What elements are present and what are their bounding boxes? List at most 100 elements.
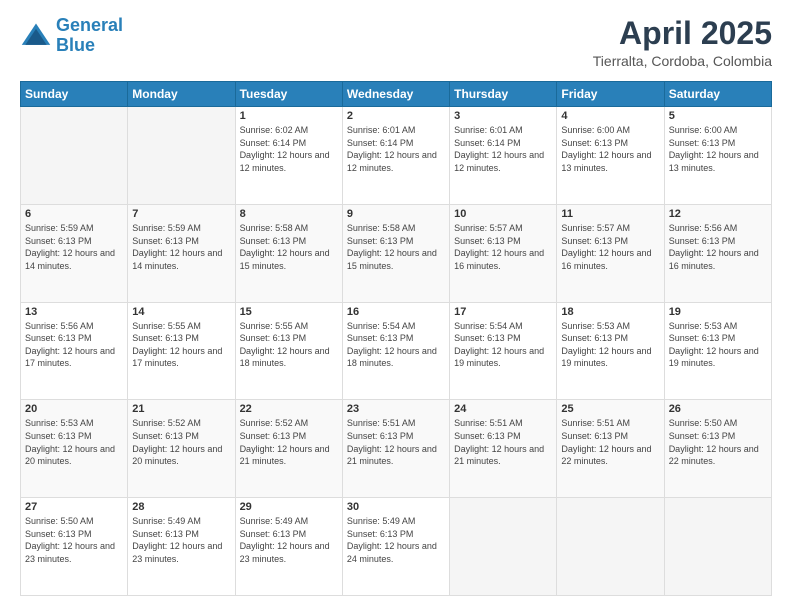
page: General Blue April 2025 Tierralta, Cordo…: [0, 0, 792, 612]
day-number: 12: [669, 208, 767, 220]
day-number: 21: [132, 403, 230, 415]
day-info: Sunrise: 5:53 AMSunset: 6:13 PMDaylight:…: [25, 417, 123, 467]
day-number: 14: [132, 306, 230, 318]
table-cell: 21 Sunrise: 5:52 AMSunset: 6:13 PMDayligh…: [128, 400, 235, 498]
header: General Blue April 2025 Tierralta, Cordo…: [20, 16, 772, 69]
day-info: Sunrise: 6:01 AMSunset: 6:14 PMDaylight:…: [454, 124, 552, 174]
header-wednesday: Wednesday: [342, 82, 449, 107]
day-info: Sunrise: 5:51 AMSunset: 6:13 PMDaylight:…: [561, 417, 659, 467]
day-number: 11: [561, 208, 659, 220]
table-cell: 28Sunrise: 5:49 AMSunset: 6:13 PMDayligh…: [128, 498, 235, 596]
day-info: Sunrise: 5:57 AMSunset: 6:13 PMDaylight:…: [561, 222, 659, 272]
day-number: 19: [669, 306, 767, 318]
table-cell: 11 Sunrise: 5:57 AMSunset: 6:13 PMDayligh…: [557, 204, 664, 302]
day-info: Sunrise: 5:55 AMSunset: 6:13 PMDaylight:…: [132, 320, 230, 370]
weekday-header-row: Sunday Monday Tuesday Wednesday Thursday…: [21, 82, 772, 107]
table-cell: 23 Sunrise: 5:51 AMSunset: 6:13 PMDayligh…: [342, 400, 449, 498]
header-tuesday: Tuesday: [235, 82, 342, 107]
table-cell: 5 Sunrise: 6:00 AMSunset: 6:13 PMDaylight…: [664, 107, 771, 205]
month-title: April 2025: [593, 16, 772, 51]
table-cell: 29Sunrise: 5:49 AMSunset: 6:13 PMDayligh…: [235, 498, 342, 596]
day-info: Sunrise: 5:49 AMSunset: 6:13 PMDaylight:…: [347, 515, 445, 565]
day-number: 13: [25, 306, 123, 318]
table-cell: [450, 498, 557, 596]
day-info: Sunrise: 5:54 AMSunset: 6:13 PMDaylight:…: [347, 320, 445, 370]
day-number: 20: [25, 403, 123, 415]
table-cell: 6 Sunrise: 5:59 AMSunset: 6:13 PMDaylight…: [21, 204, 128, 302]
day-info: Sunrise: 5:50 AMSunset: 6:13 PMDaylight:…: [25, 515, 123, 565]
table-cell: 20 Sunrise: 5:53 AMSunset: 6:13 PMDayligh…: [21, 400, 128, 498]
day-info: Sunrise: 6:01 AMSunset: 6:14 PMDaylight:…: [347, 124, 445, 174]
week-row-2: 6 Sunrise: 5:59 AMSunset: 6:13 PMDaylight…: [21, 204, 772, 302]
day-info: Sunrise: 5:52 AMSunset: 6:13 PMDaylight:…: [132, 417, 230, 467]
day-info: Sunrise: 5:53 AMSunset: 6:13 PMDaylight:…: [669, 320, 767, 370]
table-cell: 12 Sunrise: 5:56 AMSunset: 6:13 PMDayligh…: [664, 204, 771, 302]
day-info: Sunrise: 5:59 AMSunset: 6:13 PMDaylight:…: [132, 222, 230, 272]
day-info: Sunrise: 5:58 AMSunset: 6:13 PMDaylight:…: [240, 222, 338, 272]
table-cell: 10 Sunrise: 5:57 AMSunset: 6:13 PMDayligh…: [450, 204, 557, 302]
day-number: 18: [561, 306, 659, 318]
header-friday: Friday: [557, 82, 664, 107]
week-row-5: 27 Sunrise: 5:50 AMSunset: 6:13 PMDayligh…: [21, 498, 772, 596]
day-number: 7: [132, 208, 230, 220]
day-info: Sunrise: 5:54 AMSunset: 6:13 PMDaylight:…: [454, 320, 552, 370]
day-number: 24: [454, 403, 552, 415]
day-number: 28: [132, 501, 230, 513]
table-cell: 8 Sunrise: 5:58 AMSunset: 6:13 PMDaylight…: [235, 204, 342, 302]
location: Tierralta, Cordoba, Colombia: [593, 53, 772, 69]
calendar-table: Sunday Monday Tuesday Wednesday Thursday…: [20, 81, 772, 596]
day-number: 27: [25, 501, 123, 513]
day-number: 23: [347, 403, 445, 415]
table-cell: 7 Sunrise: 5:59 AMSunset: 6:13 PMDaylight…: [128, 204, 235, 302]
day-number: 15: [240, 306, 338, 318]
week-row-4: 20 Sunrise: 5:53 AMSunset: 6:13 PMDayligh…: [21, 400, 772, 498]
day-number: 6: [25, 208, 123, 220]
day-info: Sunrise: 5:58 AMSunset: 6:13 PMDaylight:…: [347, 222, 445, 272]
day-info: Sunrise: 5:57 AMSunset: 6:13 PMDaylight:…: [454, 222, 552, 272]
table-cell: 3 Sunrise: 6:01 AMSunset: 6:14 PMDaylight…: [450, 107, 557, 205]
logo-text: General Blue: [56, 16, 123, 56]
header-saturday: Saturday: [664, 82, 771, 107]
day-info: Sunrise: 5:51 AMSunset: 6:13 PMDaylight:…: [454, 417, 552, 467]
day-info: Sunrise: 6:00 AMSunset: 6:13 PMDaylight:…: [669, 124, 767, 174]
day-number: 26: [669, 403, 767, 415]
day-number: 16: [347, 306, 445, 318]
table-cell: 1Sunrise: 6:02 AMSunset: 6:14 PMDaylight…: [235, 107, 342, 205]
day-number: 1: [240, 110, 338, 122]
header-thursday: Thursday: [450, 82, 557, 107]
day-number: 3: [454, 110, 552, 122]
table-cell: 17 Sunrise: 5:54 AMSunset: 6:13 PMDayligh…: [450, 302, 557, 400]
day-number: 8: [240, 208, 338, 220]
table-cell: 2 Sunrise: 6:01 AMSunset: 6:14 PMDaylight…: [342, 107, 449, 205]
table-cell: 24 Sunrise: 5:51 AMSunset: 6:13 PMDayligh…: [450, 400, 557, 498]
day-number: 2: [347, 110, 445, 122]
table-cell: [128, 107, 235, 205]
day-info: Sunrise: 6:00 AMSunset: 6:13 PMDaylight:…: [561, 124, 659, 174]
table-cell: 14 Sunrise: 5:55 AMSunset: 6:13 PMDayligh…: [128, 302, 235, 400]
day-info: Sunrise: 5:55 AMSunset: 6:13 PMDaylight:…: [240, 320, 338, 370]
table-cell: 25 Sunrise: 5:51 AMSunset: 6:13 PMDayligh…: [557, 400, 664, 498]
day-number: 10: [454, 208, 552, 220]
day-info: Sunrise: 5:56 AMSunset: 6:13 PMDaylight:…: [25, 320, 123, 370]
week-row-1: 1Sunrise: 6:02 AMSunset: 6:14 PMDaylight…: [21, 107, 772, 205]
header-monday: Monday: [128, 82, 235, 107]
day-number: 17: [454, 306, 552, 318]
day-info: Sunrise: 5:59 AMSunset: 6:13 PMDaylight:…: [25, 222, 123, 272]
table-cell: 9Sunrise: 5:58 AMSunset: 6:13 PMDaylight…: [342, 204, 449, 302]
day-info: Sunrise: 5:51 AMSunset: 6:13 PMDaylight:…: [347, 417, 445, 467]
table-cell: 22Sunrise: 5:52 AMSunset: 6:13 PMDayligh…: [235, 400, 342, 498]
day-number: 25: [561, 403, 659, 415]
day-number: 29: [240, 501, 338, 513]
week-row-3: 13 Sunrise: 5:56 AMSunset: 6:13 PMDayligh…: [21, 302, 772, 400]
table-cell: [21, 107, 128, 205]
logo: General Blue: [20, 16, 123, 56]
logo-icon: [20, 20, 52, 52]
day-info: Sunrise: 5:56 AMSunset: 6:13 PMDaylight:…: [669, 222, 767, 272]
table-cell: 18 Sunrise: 5:53 AMSunset: 6:13 PMDayligh…: [557, 302, 664, 400]
title-area: April 2025 Tierralta, Cordoba, Colombia: [593, 16, 772, 69]
table-cell: 26Sunrise: 5:50 AMSunset: 6:13 PMDayligh…: [664, 400, 771, 498]
day-number: 5: [669, 110, 767, 122]
day-info: Sunrise: 5:53 AMSunset: 6:13 PMDaylight:…: [561, 320, 659, 370]
table-cell: 4Sunrise: 6:00 AMSunset: 6:13 PMDaylight…: [557, 107, 664, 205]
table-cell: [557, 498, 664, 596]
